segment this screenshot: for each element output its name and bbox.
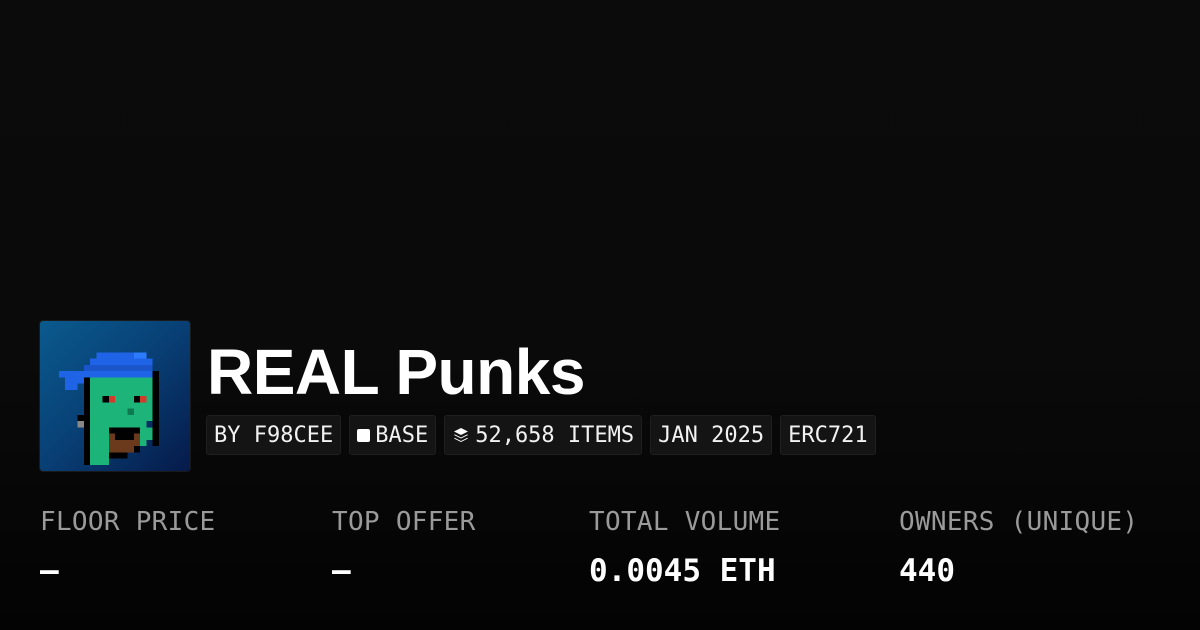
owners-label: OWNERS (UNIQUE) <box>899 507 1139 537</box>
top-offer-label: TOP OFFER <box>332 507 476 537</box>
owners-value: 440 <box>899 553 955 589</box>
stat-total-volume: TOTAL VOLUME 0.0045 ETH <box>589 500 780 598</box>
collection-avatar <box>40 321 190 471</box>
base-chain-icon <box>357 428 371 442</box>
floor-price-label: FLOOR PRICE <box>40 507 216 537</box>
collection-preview-card: REAL Punks BY F98CEE BASE 52,658 ITEMS J… <box>0 0 1200 630</box>
collection-stats: FLOOR PRICE – TOP OFFER – TOTAL VOLUME 0… <box>0 500 1200 610</box>
pixel-punk-avatar-icon <box>40 321 190 471</box>
creator-badge[interactable]: BY F98CEE <box>206 415 342 455</box>
total-volume-value: 0.0045 ETH <box>589 553 776 589</box>
floor-price-value: – <box>40 553 59 589</box>
total-volume-label: TOTAL VOLUME <box>589 507 781 537</box>
collection-title: REAL Punks <box>207 336 585 408</box>
creator-label: BY F98CEE <box>214 422 334 448</box>
items-badge: 52,658 ITEMS <box>444 415 643 455</box>
date-label: JAN 2025 <box>658 422 765 448</box>
top-offer-value: – <box>332 553 351 589</box>
standard-badge: ERC721 <box>780 415 876 455</box>
items-label: 52,658 ITEMS <box>475 422 635 448</box>
collection-badges: BY F98CEE BASE 52,658 ITEMS JAN 2025 ERC… <box>206 415 876 455</box>
chain-badge[interactable]: BASE <box>349 415 437 455</box>
stat-owners: OWNERS (UNIQUE) 440 <box>899 500 1138 598</box>
stat-floor-price: FLOOR PRICE – <box>40 500 216 598</box>
layers-icon <box>452 426 470 444</box>
date-badge: JAN 2025 <box>650 415 773 455</box>
stat-top-offer: TOP OFFER – <box>332 500 476 598</box>
standard-label: ERC721 <box>788 422 868 448</box>
chain-label: BASE <box>375 422 429 448</box>
